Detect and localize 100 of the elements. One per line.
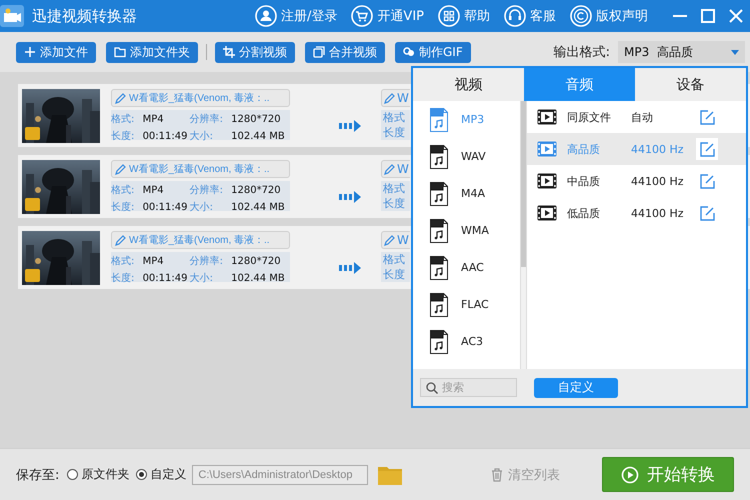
maximize-icon[interactable] — [700, 8, 716, 24]
format-label: 格式 — [383, 181, 406, 196]
music-file-icon — [430, 108, 448, 132]
trash-icon — [491, 468, 503, 482]
music-file-icon — [430, 292, 448, 316]
resolution-value: 1280*720 — [231, 184, 282, 196]
copyright-icon — [570, 5, 592, 27]
pencil-icon — [115, 163, 126, 175]
format-item[interactable]: FLAC — [413, 286, 520, 323]
pencil-icon — [384, 163, 395, 175]
duration-label: 长度 — [383, 125, 406, 140]
music-file-icon — [430, 256, 448, 280]
format-label: 格式: — [111, 112, 136, 126]
size-value: 102.44 MB — [231, 272, 286, 284]
format-item[interactable]: AC3 — [413, 323, 520, 360]
resolution-label: 分辨率: — [190, 184, 224, 197]
toolbar-button[interactable]: 添加文件 — [16, 42, 96, 62]
resolution-label: 分辨率: — [190, 254, 224, 268]
music-file-icon — [430, 218, 448, 242]
window-title: 迅捷视频转换器 — [32, 6, 138, 26]
radio-label[interactable]: 原文件夹 — [81, 466, 130, 483]
crop-icon — [223, 46, 235, 58]
music-file-icon — [430, 330, 448, 354]
output-format-dropdown[interactable]: MP3 高品质 — [618, 41, 745, 63]
custom-button[interactable]: 自定义 — [534, 378, 618, 398]
quality-row[interactable]: 高品质 44100 Hz — [527, 133, 746, 165]
toolbar-button[interactable]: 制作GIF — [395, 42, 471, 62]
duration-label: 长度 — [383, 196, 406, 211]
size-value: 102.44 MB — [231, 202, 286, 212]
quality-row[interactable]: 低品质 44100 Hz — [527, 197, 746, 229]
save-to-label: 保存至: — [16, 466, 60, 484]
start-convert-button[interactable]: 开始转换 — [602, 457, 734, 492]
format-value: MP4 — [142, 114, 165, 124]
radio-button[interactable] — [136, 469, 148, 480]
category-tab[interactable]: 音频 — [524, 68, 635, 101]
toolbar-button[interactable]: 合并视频 — [305, 42, 385, 62]
output-name-field[interactable]: W — [381, 89, 410, 107]
music-file-icon — [430, 144, 448, 168]
resolution-value: 1280*720 — [231, 114, 282, 124]
duration-label: 长度: — [111, 130, 136, 143]
edit-icon[interactable] — [700, 142, 714, 156]
arrow-icon — [339, 262, 361, 274]
header-link[interactable]: 帮助 — [438, 5, 490, 27]
size-value: 102.44 MB — [231, 130, 286, 142]
format-item[interactable]: M4A — [413, 175, 520, 212]
edit-icon[interactable] — [700, 206, 714, 220]
output-name-field[interactable]: W — [381, 160, 410, 178]
header-link[interactable]: 版权声明 — [570, 5, 648, 27]
film-icon — [537, 173, 557, 189]
copy-icon — [313, 46, 325, 58]
duration-label: 长度: — [111, 200, 136, 214]
toolbar-button[interactable]: 添加文件夹 — [106, 42, 198, 62]
arrow-icon — [339, 120, 361, 132]
clear-list-button[interactable]: 清空列表 — [491, 466, 560, 484]
file-name-field[interactable]: W看電影_猛毒(Venom, 毒液：.. — [111, 231, 290, 249]
path-field[interactable]: C:\Users\Administrator\Desktop — [192, 464, 368, 484]
headset-icon — [504, 5, 526, 27]
cart-icon — [351, 5, 374, 27]
format-item[interactable]: AAC — [413, 249, 520, 286]
format-item[interactable]: WMA — [413, 212, 520, 249]
duration-value: 00:11:49 — [142, 202, 187, 212]
format-label: 格式 — [383, 110, 406, 125]
output-name-field[interactable]: W — [381, 231, 410, 249]
duration-value: 00:11:49 — [142, 272, 187, 284]
pencil-icon — [384, 92, 395, 104]
quality-row[interactable]: 中品质 44100 Hz — [527, 165, 746, 197]
file-name-field[interactable]: W看電影_猛毒(Venom, 毒液：.. — [111, 89, 290, 107]
format-label: 格式: — [111, 184, 136, 197]
header-link[interactable]: 客服 — [504, 5, 556, 27]
format-label: 格式 — [383, 252, 406, 267]
format-label: 格式: — [111, 254, 136, 268]
format-item[interactable]: MP3 — [413, 101, 520, 138]
search-field[interactable]: 搜索 — [420, 378, 517, 397]
radio-button[interactable] — [67, 469, 78, 480]
size-label: 大小: — [190, 130, 214, 143]
size-label: 大小: — [190, 200, 214, 214]
edit-icon[interactable] — [700, 174, 714, 188]
toolbar-button[interactable]: 分割视频 — [215, 42, 295, 62]
search-icon — [426, 382, 438, 394]
radio-label[interactable]: 自定义 — [150, 466, 186, 483]
duration-label: 长度 — [383, 267, 406, 282]
category-tab[interactable]: 设备 — [635, 68, 746, 101]
plus-icon — [24, 46, 36, 58]
category-tab[interactable]: 视频 — [413, 68, 524, 101]
link-icon — [403, 46, 415, 58]
user-icon — [255, 5, 278, 27]
film-icon — [537, 141, 557, 157]
app-logo-icon — [0, 5, 24, 27]
pencil-icon — [384, 234, 395, 246]
format-item[interactable]: WAV — [413, 138, 520, 175]
play-icon — [621, 466, 639, 484]
close-icon[interactable] — [728, 8, 744, 24]
duration-label: 长度: — [111, 272, 136, 285]
header-link[interactable]: 注册/登录 — [255, 5, 338, 27]
film-icon — [537, 205, 557, 221]
resolution-label: 分辨率: — [190, 112, 224, 126]
header-link[interactable]: 开通VIP — [351, 5, 424, 27]
file-name-field[interactable]: W看電影_猛毒(Venom, 毒液：.. — [111, 160, 290, 178]
quality-row[interactable]: 同原文件 自动 — [527, 101, 746, 133]
edit-icon[interactable] — [700, 110, 714, 124]
